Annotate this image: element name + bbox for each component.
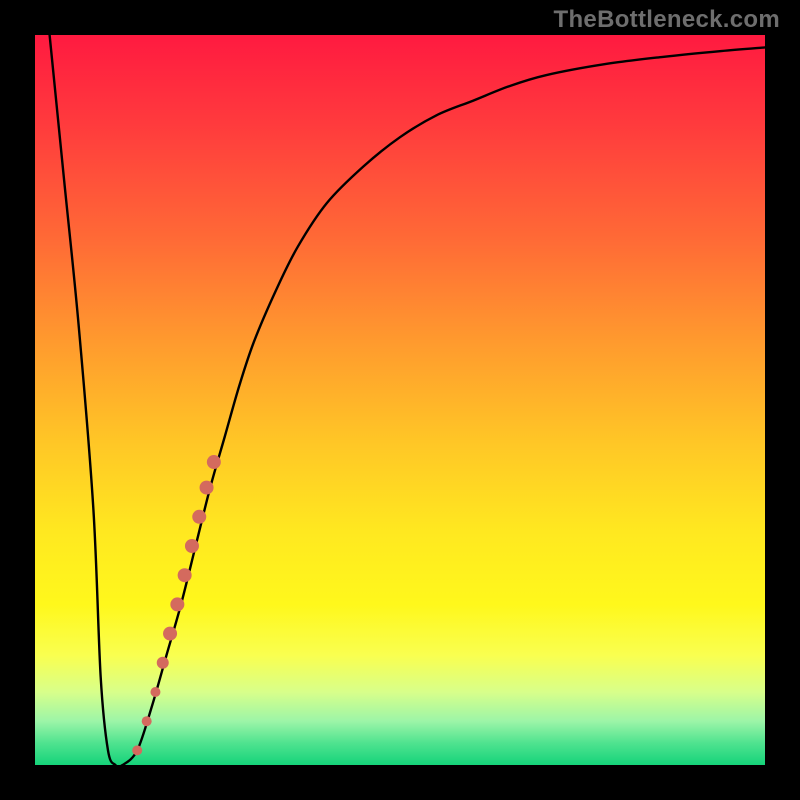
curve-marker [200,481,214,495]
curve-marker [207,455,221,469]
bottleneck-curve [50,35,765,765]
curve-marker [157,657,169,669]
curve-marker [170,597,184,611]
curve-marker [150,687,160,697]
curve-marker [178,568,192,582]
curve-marker [142,716,152,726]
plot-area [35,35,765,765]
curve-marker [185,539,199,553]
watermark-text: TheBottleneck.com [554,6,780,34]
curve-marker [163,627,177,641]
curve-svg [35,35,765,765]
chart-frame: TheBottleneck.com [0,0,800,800]
curve-marker [192,510,206,524]
curve-marker [132,745,142,755]
